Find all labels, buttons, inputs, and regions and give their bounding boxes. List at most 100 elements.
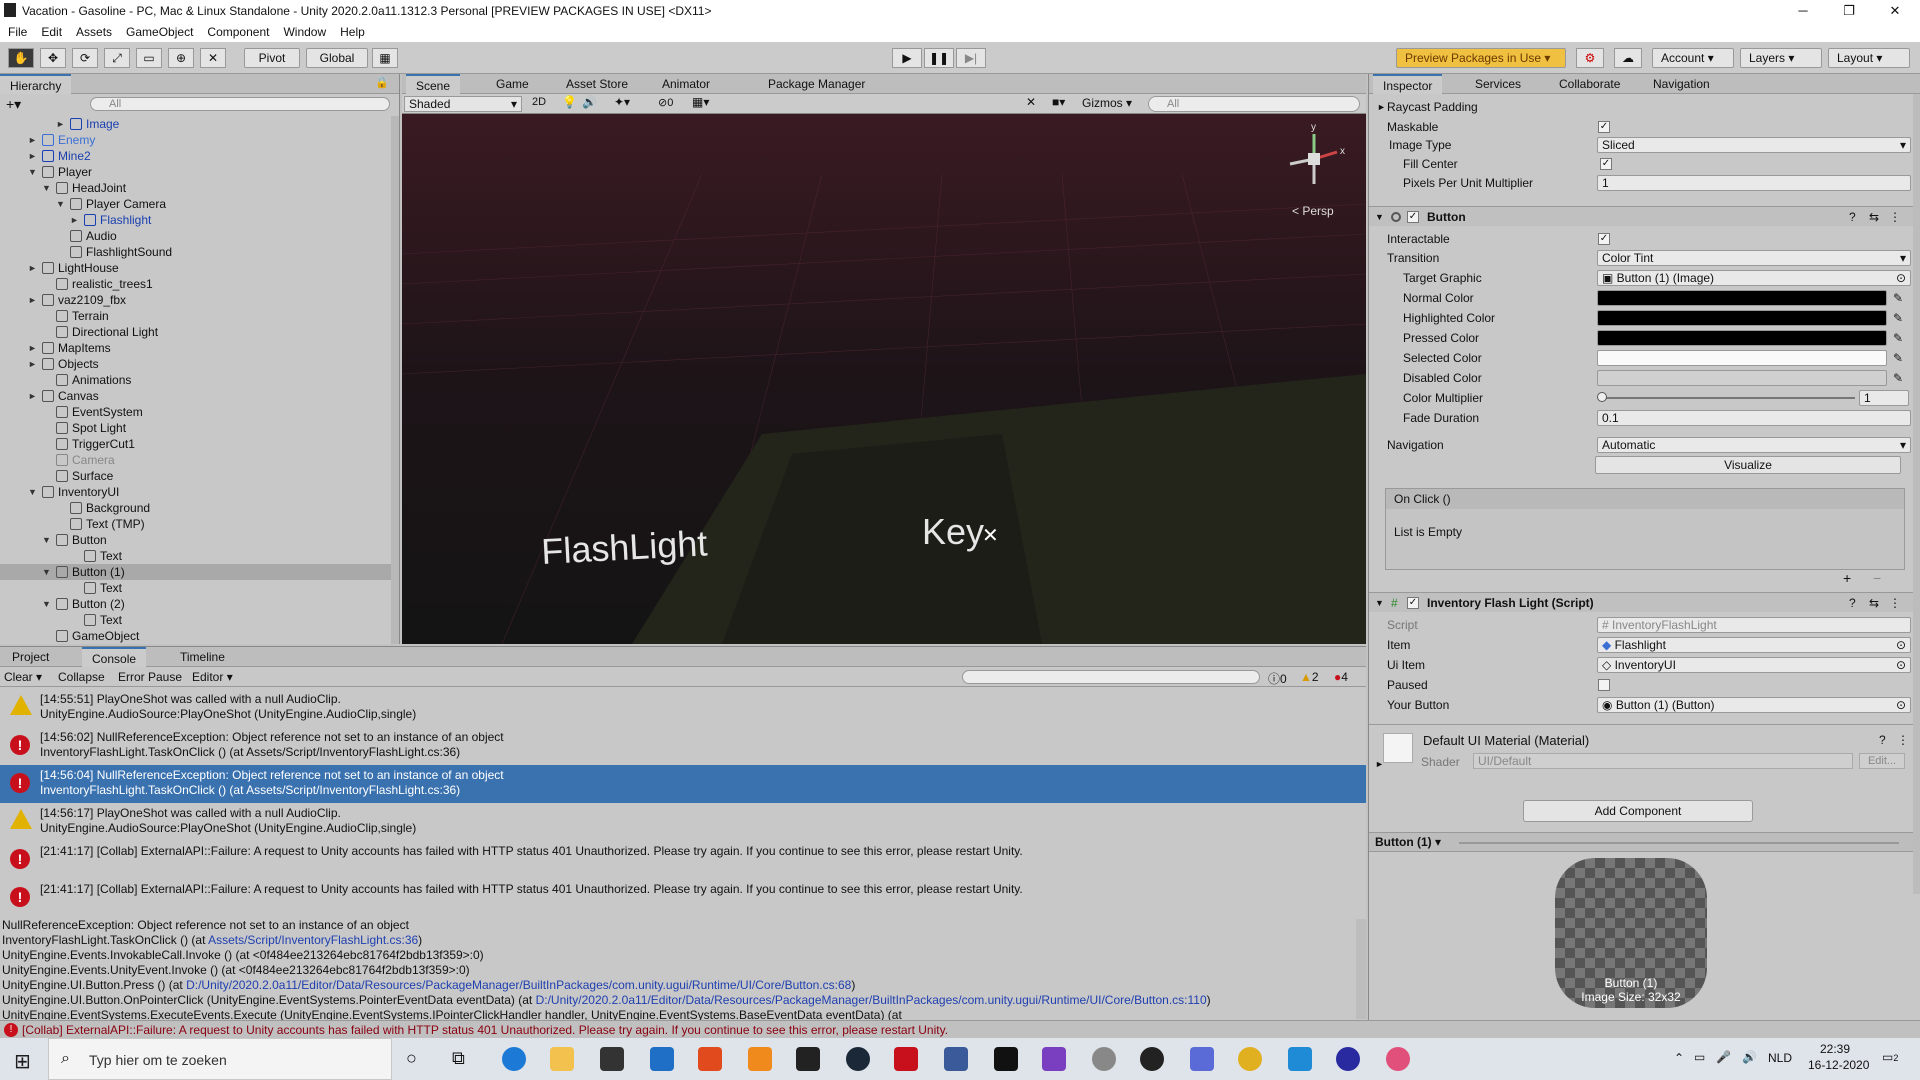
tools-icon[interactable]: ✕	[1026, 95, 1036, 109]
pause-button[interactable]: ❚❚	[924, 48, 954, 68]
steam-icon[interactable]	[846, 1047, 870, 1071]
hierarchy-scrollbar[interactable]	[391, 116, 399, 644]
expand-arrow-icon[interactable]: ►	[70, 212, 79, 228]
target-graphic-field[interactable]: ▣ Button (1) (Image) ⊙	[1597, 270, 1911, 286]
add-icon[interactable]: +▾	[6, 96, 21, 113]
grid-icon[interactable]: ▦▾	[692, 95, 709, 109]
pressed-color-swatch[interactable]	[1597, 330, 1887, 346]
expand-arrow-icon[interactable]: ▼	[42, 564, 51, 580]
hierarchy-item[interactable]: ► vaz2109_fbx	[0, 292, 392, 308]
lighting-icon[interactable]: 💡	[562, 95, 577, 109]
hierarchy-item[interactable]: Spot Light	[0, 420, 392, 436]
button-enabled-checkbox[interactable]: ✓	[1407, 211, 1419, 223]
app-icon[interactable]	[1190, 1047, 1214, 1071]
slider-handle[interactable]	[1597, 392, 1607, 402]
cortana-icon[interactable]: ○	[406, 1048, 417, 1069]
menu-window[interactable]: Window	[283, 25, 326, 39]
language-indicator[interactable]: NLD	[1768, 1051, 1792, 1065]
expand-arrow-icon[interactable]: ►	[56, 116, 65, 132]
mode-2d-toggle[interactable]: 2D	[532, 96, 546, 108]
hierarchy-item[interactable]: Background	[0, 500, 392, 516]
tab-hierarchy[interactable]: Hierarchy	[0, 74, 72, 94]
app-icon[interactable]	[1092, 1047, 1116, 1071]
paused-checkbox[interactable]	[1598, 679, 1610, 691]
move-tool-icon[interactable]: ✥	[40, 48, 66, 68]
raycast-padding-foldout[interactable]: ► Raycast Padding	[1369, 98, 1914, 116]
expand-arrow-icon[interactable]: ►	[28, 148, 37, 164]
ui-item-field[interactable]: ◇ InventoryUI ⊙	[1597, 657, 1911, 673]
console-search-input[interactable]	[962, 670, 1260, 684]
mail-icon[interactable]	[650, 1047, 674, 1071]
color-multiplier-field[interactable]: 1	[1859, 390, 1909, 406]
ppu-field[interactable]: 1	[1597, 175, 1911, 191]
fill-center-checkbox[interactable]: ✓	[1600, 158, 1612, 170]
disabled-color-swatch[interactable]	[1597, 370, 1887, 386]
task-view-icon[interactable]: ⧉	[452, 1048, 465, 1069]
hierarchy-item[interactable]: Text (TMP)	[0, 516, 392, 532]
effects-icon[interactable]: ✦▾	[614, 95, 630, 109]
highlighted-color-swatch[interactable]	[1597, 310, 1887, 326]
hierarchy-item[interactable]: Text	[0, 548, 392, 564]
help-icon[interactable]: ?	[1879, 733, 1886, 747]
expand-arrow-icon[interactable]: ▼	[28, 484, 37, 500]
preset-icon[interactable]: ⇆	[1869, 207, 1879, 227]
kebab-menu-icon[interactable]: ⋮	[1897, 733, 1909, 747]
hierarchy-item[interactable]: Text	[0, 612, 392, 628]
expand-arrow-icon[interactable]: ►	[28, 340, 37, 356]
network-icon[interactable]: ▭	[1694, 1050, 1705, 1064]
hierarchy-item[interactable]: Terrain	[0, 308, 392, 324]
app-icon[interactable]	[944, 1047, 968, 1071]
expand-arrow-icon[interactable]: ▼	[28, 164, 37, 180]
play-button[interactable]: ▶	[892, 48, 922, 68]
hierarchy-item[interactable]: ► Image	[0, 116, 392, 132]
store-icon[interactable]	[600, 1047, 624, 1071]
tab-console[interactable]: Console	[82, 647, 147, 667]
preset-icon[interactable]: ⇆	[1869, 593, 1879, 613]
hierarchy-item[interactable]: FlashlightSound	[0, 244, 392, 260]
expand-arrow-icon[interactable]: ►	[28, 356, 37, 372]
menu-component[interactable]: Component	[207, 25, 269, 39]
office-icon[interactable]	[698, 1047, 722, 1071]
help-icon[interactable]: ?	[1849, 207, 1856, 227]
expand-arrow-icon[interactable]: ►	[28, 292, 37, 308]
expand-arrow-icon[interactable]: ▼	[42, 596, 51, 612]
console-entry[interactable]: ! [14:56:02] NullReferenceException: Obje…	[0, 727, 1366, 765]
app-icon[interactable]	[1336, 1047, 1360, 1071]
tab-inspector[interactable]: Inspector	[1373, 74, 1443, 94]
eyedropper-icon[interactable]: ✎	[1893, 309, 1903, 327]
console-entry[interactable]: [14:56:17] PlayOneShot was called with a…	[0, 803, 1366, 841]
scene-search-input[interactable]: All	[1148, 96, 1360, 112]
hierarchy-item[interactable]: ► MapItems	[0, 340, 392, 356]
obs-icon[interactable]	[1140, 1047, 1164, 1071]
hierarchy-item[interactable]: ▼ HeadJoint	[0, 180, 392, 196]
hierarchy-item[interactable]: Surface	[0, 468, 392, 484]
hierarchy-item[interactable]: Directional Light	[0, 324, 392, 340]
eyedropper-icon[interactable]: ✎	[1893, 349, 1903, 367]
hierarchy-item[interactable]: realistic_trees1	[0, 276, 392, 292]
add-event-icon[interactable]: +	[1843, 570, 1851, 586]
hand-tool-icon[interactable]: ✋	[8, 48, 34, 68]
menu-file[interactable]: File	[8, 25, 27, 39]
help-icon[interactable]: ?	[1849, 593, 1856, 613]
scene-viewport[interactable]: y x < Persp FlashLight Key ✕	[402, 114, 1366, 644]
cloud-icon[interactable]: ☁	[1614, 48, 1642, 68]
edge-icon[interactable]	[502, 1047, 526, 1071]
clear-button[interactable]: Clear ▾	[4, 670, 42, 684]
hierarchy-item[interactable]: ► Mine2	[0, 148, 392, 164]
preview-packages-dropdown[interactable]: Preview Packages in Use ▾	[1396, 48, 1566, 68]
error-count-badge[interactable]: ●4	[1334, 670, 1348, 684]
taskbar-search[interactable]: ⌕ Typ hier om te zoeken	[48, 1038, 392, 1080]
hierarchy-search-input[interactable]: All	[90, 97, 390, 111]
app-icon[interactable]	[1386, 1047, 1410, 1071]
file-explorer-icon[interactable]	[550, 1047, 574, 1071]
script-enabled-checkbox[interactable]: ✓	[1407, 597, 1419, 609]
menu-assets[interactable]: Assets	[76, 25, 112, 39]
material-foldout-icon[interactable]: ►	[1375, 759, 1384, 769]
status-bar[interactable]: ! [Collab] ExternalAPI::Failure: A reque…	[0, 1020, 1920, 1038]
hierarchy-item[interactable]: ▼ Player	[0, 164, 392, 180]
hierarchy-item[interactable]: ▼ Button (1)	[0, 564, 392, 580]
transition-dropdown[interactable]: Color Tint ▾	[1597, 250, 1911, 266]
hierarchy-item[interactable]: ► Objects	[0, 356, 392, 372]
item-field[interactable]: ◆ Flashlight ⊙	[1597, 637, 1911, 653]
rect-handle-icon[interactable]: ✕	[982, 525, 999, 547]
